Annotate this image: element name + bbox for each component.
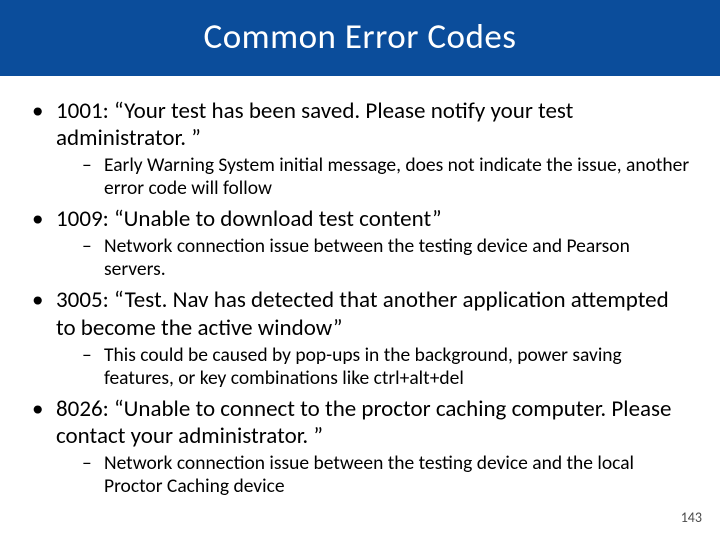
sub-item: – This could be caused by pop-ups in the… [82, 344, 690, 390]
dash-icon: – [82, 235, 104, 258]
bullet-icon: • [30, 396, 56, 423]
item-sub: Early Warning System initial message, do… [104, 154, 690, 200]
bullet-icon: • [30, 287, 56, 314]
dash-icon: – [82, 154, 104, 177]
dash-icon: – [82, 452, 104, 475]
page-number: 143 [681, 509, 702, 526]
sub-list: – This could be caused by pop-ups in the… [82, 344, 690, 390]
item-main: 3005: “Test. Nav has detected that anoth… [56, 287, 690, 341]
bullet-icon: • [30, 206, 56, 233]
error-code-list: • 1001: “Your test has been saved. Pleas… [30, 98, 690, 498]
sub-list: – Network connection issue between the t… [82, 452, 690, 498]
item-main: 1009: “Unable to download test content” [56, 206, 690, 233]
item-sub: Network connection issue between the tes… [104, 235, 690, 281]
list-item: • 3005: “Test. Nav has detected that ano… [30, 287, 690, 389]
list-item: • 8026: “Unable to connect to the procto… [30, 396, 690, 498]
list-item: • 1009: “Unable to download test content… [30, 206, 690, 281]
sub-item: – Early Warning System initial message, … [82, 154, 690, 200]
slide-content: • 1001: “Your test has been saved. Pleas… [0, 76, 720, 498]
bullet-icon: • [30, 98, 56, 125]
sub-item: – Network connection issue between the t… [82, 452, 690, 498]
item-main: 8026: “Unable to connect to the proctor … [56, 396, 690, 450]
item-main: 1001: “Your test has been saved. Please … [56, 98, 690, 152]
sub-item: – Network connection issue between the t… [82, 235, 690, 281]
slide-title: Common Error Codes [0, 16, 720, 58]
item-sub: This could be caused by pop-ups in the b… [104, 344, 690, 390]
item-sub: Network connection issue between the tes… [104, 452, 690, 498]
title-bar: Common Error Codes [0, 0, 720, 76]
sub-list: – Network connection issue between the t… [82, 235, 690, 281]
list-item: • 1001: “Your test has been saved. Pleas… [30, 98, 690, 200]
sub-list: – Early Warning System initial message, … [82, 154, 690, 200]
dash-icon: – [82, 344, 104, 367]
